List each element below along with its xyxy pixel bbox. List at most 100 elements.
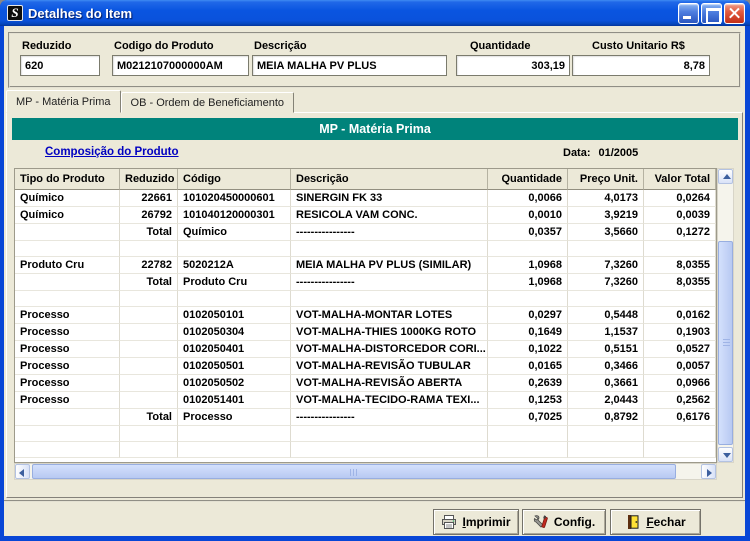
table-row[interactable]: TotalQuímico----------------0,03573,5660…: [15, 224, 716, 241]
table-row[interactable]: [15, 442, 716, 458]
item-summary-panel: Reduzido Codigo do Produto Descrição Qua…: [8, 32, 741, 88]
table-cell: 0102050501: [178, 358, 291, 375]
table-row[interactable]: TotalProduto Cru----------------1,09687,…: [15, 274, 716, 291]
table-cell: 0,8792: [568, 409, 644, 426]
table-cell: 7,3260: [568, 257, 644, 274]
table-cell: [15, 224, 120, 241]
config-button[interactable]: Config.: [522, 509, 606, 535]
table-row[interactable]: Processo0102050401VOT-MALHA-DISTORCEDOR …: [15, 341, 716, 358]
table-cell: 0,7025: [488, 409, 568, 426]
date-label: Data:: [563, 147, 591, 159]
table-cell: 0,0297: [488, 307, 568, 324]
vertical-scroll-thumb[interactable]: [718, 241, 733, 445]
table-cell: [488, 291, 568, 307]
table-cell: [120, 241, 178, 257]
column-header-5[interactable]: Preço Unit.: [568, 169, 644, 190]
mp-materia-prima-panel: MP - Matéria Prima Composição do Produto…: [6, 112, 743, 498]
table-cell: [488, 426, 568, 442]
table-cell: [120, 442, 178, 458]
arrow-right-icon: [707, 469, 712, 477]
table-cell: 0102050502: [178, 375, 291, 392]
table-row[interactable]: [15, 291, 716, 307]
table-row[interactable]: Processo0102050101VOT-MALHA-MONTAR LOTES…: [15, 307, 716, 324]
table-cell: ----------------: [291, 274, 488, 291]
table-cell: MEIA MALHA PV PLUS (SIMILAR): [291, 257, 488, 274]
horizontal-scroll-thumb[interactable]: [32, 464, 676, 479]
table-cell: 0,3466: [568, 358, 644, 375]
table-row[interactable]: Produto Cru227825020212AMEIA MALHA PV PL…: [15, 257, 716, 274]
table-cell: RESICOLA VAM CONC.: [291, 207, 488, 224]
table-cell: 7,3260: [568, 274, 644, 291]
table-cell: 0,5448: [568, 307, 644, 324]
table-cell: VOT-MALHA-DISTORCEDOR CORI...: [291, 341, 488, 358]
table-cell: Processo: [15, 358, 120, 375]
fechar-button[interactable]: Fechar: [610, 509, 701, 535]
composicao-produto-link[interactable]: Composição do Produto: [45, 146, 179, 158]
vertical-scrollbar[interactable]: [717, 168, 734, 463]
descricao-label: Descrição: [254, 40, 447, 52]
imprimir-button[interactable]: Imprimir: [433, 509, 519, 535]
minimize-button[interactable]: [678, 3, 699, 24]
window-title: Detalhes do Item: [28, 6, 678, 21]
table-cell: 101040120000301: [178, 207, 291, 224]
reduzido-input[interactable]: [20, 55, 100, 76]
table-cell: 1,0968: [488, 274, 568, 291]
table-cell: 22782: [120, 257, 178, 274]
codigo-produto-input[interactable]: [112, 55, 249, 76]
custo-unitario-input[interactable]: [572, 55, 710, 76]
column-header-2[interactable]: Código: [178, 169, 291, 190]
field-codigo-produto: Codigo do Produto: [112, 38, 249, 76]
tab-ob-ordem-beneficiamento[interactable]: OB - Ordem de Beneficiamento: [121, 92, 294, 113]
titlebar: S Detalhes do Item: [0, 0, 750, 26]
scroll-down-button[interactable]: [718, 447, 733, 462]
table-row[interactable]: [15, 426, 716, 442]
horizontal-scrollbar[interactable]: [14, 463, 717, 480]
table-cell: [291, 442, 488, 458]
config-label: Config.: [554, 515, 595, 529]
table-cell: [15, 409, 120, 426]
column-header-6[interactable]: Valor Total: [644, 169, 716, 190]
scroll-right-button[interactable]: [701, 464, 716, 479]
table-cell: VOT-MALHA-TECIDO-RAMA TEXI...: [291, 392, 488, 409]
table-cell: 4,0173: [568, 190, 644, 207]
tab-bar: MP - Matéria Prima OB - Ordem de Benefic…: [6, 90, 294, 113]
thumb-grip-icon: [350, 469, 358, 476]
maximize-button[interactable]: [701, 3, 722, 24]
table-row[interactable]: TotalProcesso----------------0,70250,879…: [15, 409, 716, 426]
table-cell: 0102050304: [178, 324, 291, 341]
tab-mp-materia-prima[interactable]: MP - Matéria Prima: [6, 90, 121, 113]
scroll-up-button[interactable]: [718, 169, 733, 184]
table-cell: 0,0527: [644, 341, 716, 358]
composition-table: Tipo do ProdutoReduzidoCódigoDescriçãoQu…: [15, 169, 716, 458]
table-cell: [644, 442, 716, 458]
column-header-0[interactable]: Tipo do Produto: [15, 169, 120, 190]
table-row[interactable]: Processo0102051401VOT-MALHA-TECIDO-RAMA …: [15, 392, 716, 409]
quantidade-input[interactable]: [456, 55, 570, 76]
table-cell: [120, 341, 178, 358]
table-row[interactable]: Químico26792101040120000301RESICOLA VAM …: [15, 207, 716, 224]
close-button[interactable]: [724, 3, 745, 24]
table-cell: SINERGIN FK 33: [291, 190, 488, 207]
table-cell: [120, 392, 178, 409]
table-cell: Processo: [15, 341, 120, 358]
table-row[interactable]: Processo0102050304VOT-MALHA-THIES 1000KG…: [15, 324, 716, 341]
scroll-left-button[interactable]: [15, 464, 30, 479]
table-cell: [120, 426, 178, 442]
table-cell: [568, 291, 644, 307]
column-header-3[interactable]: Descrição: [291, 169, 488, 190]
column-header-4[interactable]: Quantidade: [488, 169, 568, 190]
table-row[interactable]: Processo0102050502VOT-MALHA-REVISÃO ABER…: [15, 375, 716, 392]
column-header-1[interactable]: Reduzido: [120, 169, 178, 190]
table-cell: 0,0039: [644, 207, 716, 224]
table-cell: Processo: [15, 392, 120, 409]
table-row[interactable]: Químico22661101020450000601SINERGIN FK 3…: [15, 190, 716, 207]
table-cell: 5020212A: [178, 257, 291, 274]
table-row[interactable]: Processo0102050501VOT-MALHA-REVISÃO TUBU…: [15, 358, 716, 375]
thumb-grip-icon: [723, 339, 730, 347]
table-cell: 0,0966: [644, 375, 716, 392]
quantidade-label: Quantidade: [470, 40, 570, 52]
table-row[interactable]: [15, 241, 716, 257]
descricao-input[interactable]: [252, 55, 447, 76]
table-cell: VOT-MALHA-MONTAR LOTES: [291, 307, 488, 324]
table-cell: 0,0010: [488, 207, 568, 224]
